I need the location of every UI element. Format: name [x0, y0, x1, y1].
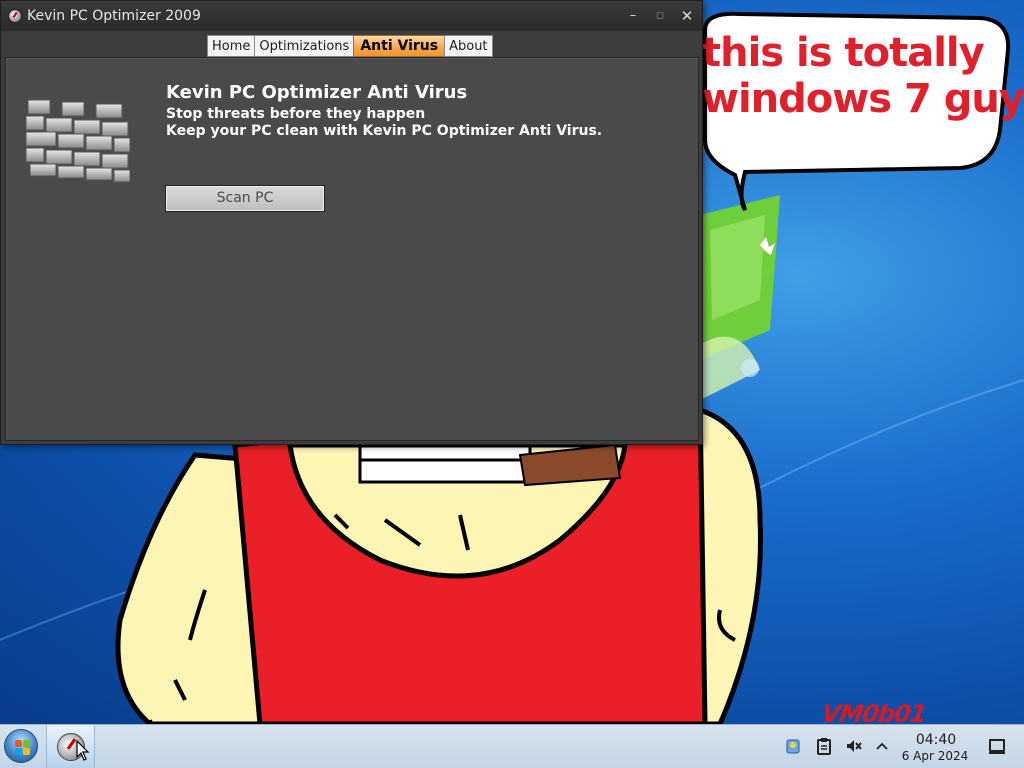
clock-time[interactable]: 04:40 — [906, 732, 966, 748]
weather-icon[interactable] — [784, 737, 802, 755]
chevron-up-icon[interactable] — [873, 737, 891, 755]
mouse-cursor-icon — [76, 740, 90, 761]
tab-about[interactable]: About — [444, 35, 493, 57]
title-bar[interactable]: Kevin PC Optimizer 2009 – ▫ ✕ — [1, 1, 702, 31]
watermark: VM0b01 — [820, 700, 928, 724]
tab-optimizations[interactable]: Optimizations — [254, 35, 355, 57]
app-window: Kevin PC Optimizer 2009 – ▫ ✕ Home Optim… — [0, 0, 703, 445]
tab-bar: Home Optimizations Anti Virus About — [207, 35, 493, 57]
volume-muted-icon[interactable] — [845, 737, 863, 755]
close-button[interactable]: ✕ — [679, 8, 695, 24]
speech-line-2: windows 7 guys — [702, 76, 1024, 122]
clipboard-icon[interactable] — [815, 737, 833, 755]
maximize-button[interactable]: ▫ — [652, 8, 668, 24]
anti-virus-panel: Kevin PC Optimizer Anti Virus Stop threa… — [5, 57, 699, 441]
window-title: Kevin PC Optimizer 2009 — [27, 8, 201, 24]
panel-subtitle-2: Keep your PC clean with Kevin PC Optimiz… — [166, 123, 603, 139]
panel-title: Kevin PC Optimizer Anti Virus — [166, 82, 468, 103]
scan-pc-button[interactable]: Scan PC — [165, 185, 325, 212]
windows-logo-icon — [15, 740, 22, 747]
panel-subtitle-1: Stop threats before they happen — [166, 106, 426, 122]
tab-home[interactable]: Home — [207, 35, 256, 57]
clock-date[interactable]: 6 Apr 2024 — [898, 749, 972, 763]
brick-wall-icon — [25, 99, 131, 183]
minimize-button[interactable]: – — [625, 8, 641, 24]
taskbar: 04:40 6 Apr 2024 — [0, 724, 1024, 768]
tab-anti-virus[interactable]: Anti Virus — [353, 35, 446, 57]
start-button[interactable] — [4, 729, 38, 763]
show-desktop-button[interactable] — [989, 739, 1005, 754]
app-icon[interactable] — [8, 9, 22, 23]
speech-line-1: this is totally — [702, 30, 985, 76]
speech-bubble-text: this is totally windows 7 guys — [702, 30, 1024, 122]
